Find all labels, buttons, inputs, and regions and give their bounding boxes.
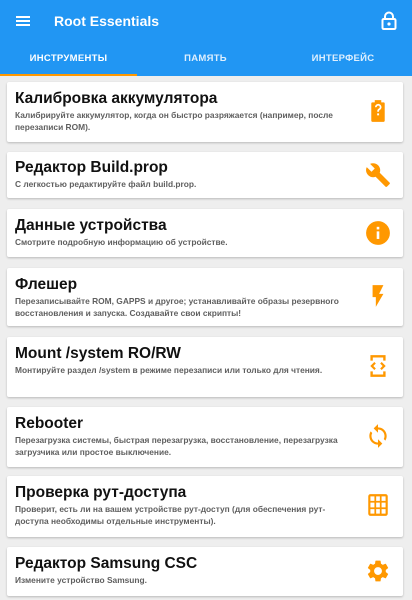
card-title: Калибровка аккумулятора (15, 90, 218, 107)
tab-bar: ИНСТРУМЕНТЫ ПАМЯТЬ ИНТЕРФЕЙС (0, 42, 412, 76)
grid-check-icon (365, 492, 391, 518)
card-buildprop-editor[interactable]: Редактор Build.prop С легкостью редактир… (7, 152, 403, 198)
tab-instruments[interactable]: ИНСТРУМЕНТЫ (0, 42, 137, 76)
card-device-info[interactable]: Данные устройства Смотрите подробную инф… (7, 209, 403, 257)
card-title: Rebooter (15, 415, 84, 432)
flash-icon (365, 283, 391, 309)
tab-interface[interactable]: ИНТЕРФЕЙС (274, 42, 412, 76)
card-description: Перезаписывайте ROM, GAPPS и другое; уст… (15, 296, 339, 318)
card-samsung-csc[interactable]: Редактор Samsung CSC Измените устройство… (7, 547, 403, 596)
gear-icon (365, 558, 391, 584)
app-title: Root Essentials (54, 13, 160, 29)
card-description: Калибрируйте аккумулятор, когда он быстр… (15, 110, 333, 132)
app-bar: Root Essentials (0, 0, 412, 42)
card-flasher[interactable]: Флешер Перезаписывайте ROM, GAPPS и друг… (7, 268, 403, 326)
info-icon (365, 220, 391, 246)
tab-indicator (0, 74, 137, 76)
card-title: Проверка рут-доступа (15, 484, 187, 501)
card-description: Измените устройство Samsung. (15, 575, 147, 585)
card-description: Проверит, есть ли на вашем устройстве ру… (15, 504, 326, 526)
card-title: Редактор Samsung CSC (15, 555, 198, 572)
card-title: Флешер (15, 276, 78, 293)
card-title: Данные устройства (15, 217, 167, 234)
wrench-icon (365, 162, 391, 188)
card-battery-calibration[interactable]: Калибровка аккумулятора Калибрируйте акк… (7, 82, 403, 142)
card-description: С легкостью редактируйте файл build.prop… (15, 179, 197, 189)
card-mount-system[interactable]: Mount /system RO/RW Монтируйте раздел /s… (7, 337, 403, 397)
card-description: Монтируйте раздел /system в режиме перез… (15, 365, 323, 375)
code-device-icon (365, 353, 391, 379)
card-title: Редактор Build.prop (15, 159, 168, 176)
refresh-icon (365, 423, 391, 449)
lock-icon[interactable] (378, 9, 400, 33)
card-description: Перезагрузка системы, быстрая перезагруз… (15, 435, 338, 457)
card-description: Смотрите подробную информацию об устройс… (15, 237, 228, 247)
hamburger-menu-icon[interactable] (12, 11, 36, 31)
card-root-check[interactable]: Проверка рут-доступа Проверит, есть ли н… (7, 476, 403, 537)
card-title: Mount /system RO/RW (15, 345, 181, 362)
battery-alert-icon (365, 98, 391, 124)
card-rebooter[interactable]: Rebooter Перезагрузка системы, быстрая п… (7, 407, 403, 467)
tab-memory[interactable]: ПАМЯТЬ (137, 42, 274, 76)
